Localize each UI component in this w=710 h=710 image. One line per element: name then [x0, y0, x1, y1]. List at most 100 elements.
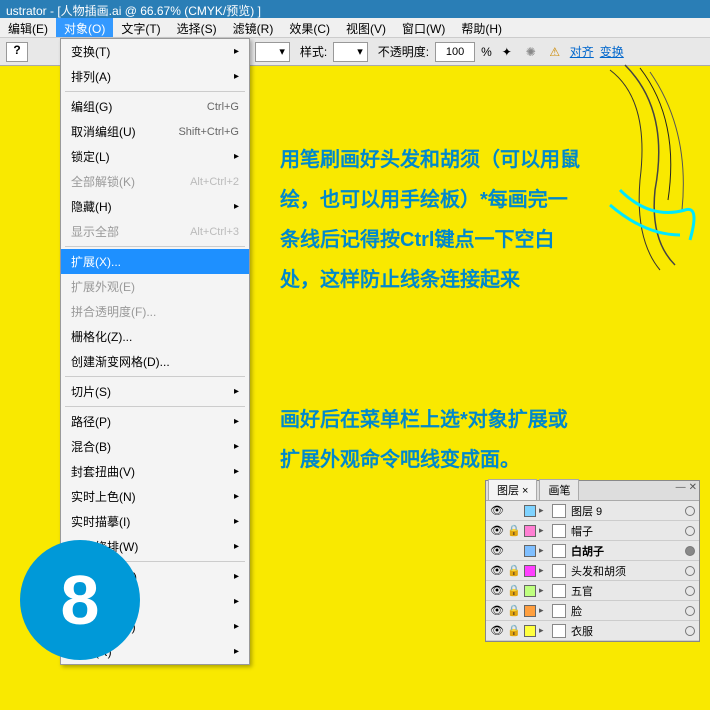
tab-layers[interactable]: 图层 × — [488, 479, 537, 500]
disclosure-icon[interactable]: ▸ — [539, 505, 549, 516]
burst-icon[interactable]: ✺ — [522, 43, 540, 61]
layer-name: 图层 9 — [569, 503, 682, 519]
menu-5[interactable]: 效果(C) — [281, 18, 338, 37]
target-icon[interactable] — [685, 566, 695, 576]
transform-link[interactable]: 变换 — [600, 43, 624, 60]
lock-icon[interactable]: 🔒 — [507, 584, 521, 597]
menu-item-21[interactable]: 实时上色(N) — [61, 484, 249, 509]
close-icon[interactable]: ✕ — [689, 482, 697, 493]
visibility-icon[interactable]: 👁 — [490, 564, 504, 577]
menu-item-1[interactable]: 排列(A) — [61, 64, 249, 89]
menu-0[interactable]: 编辑(E) — [0, 18, 56, 37]
menu-6[interactable]: 视图(V) — [338, 18, 394, 37]
lock-icon[interactable]: 🔒 — [507, 604, 521, 617]
layer-name: 帽子 — [569, 523, 682, 539]
brush-combo[interactable]: ▾ — [255, 42, 290, 62]
menu-item-12: 拼合透明度(F)... — [61, 299, 249, 324]
layer-row[interactable]: 👁🔒 ▸ 头发和胡须 — [486, 561, 699, 581]
opacity-value[interactable]: 100 — [435, 42, 475, 62]
visibility-icon[interactable]: 👁 — [490, 504, 504, 517]
color-swatch — [524, 505, 536, 517]
menu-item-7[interactable]: 隐藏(H) — [61, 194, 249, 219]
layer-thumb — [552, 504, 566, 518]
layer-name: 头发和胡须 — [569, 563, 682, 579]
visibility-icon[interactable]: 👁 — [490, 604, 504, 617]
layer-row[interactable]: 👁🔒 ▸ 衣服 — [486, 621, 699, 641]
color-swatch — [524, 625, 536, 637]
help-icon[interactable]: ? — [6, 42, 28, 62]
target-icon[interactable] — [685, 626, 695, 636]
color-swatch — [524, 605, 536, 617]
instruction-text-1: 用笔刷画好头发和胡须（可以用鼠绘，也可以用手绘板）*每画完一条线后记得按Ctrl… — [280, 140, 580, 300]
disclosure-icon[interactable]: ▸ — [539, 625, 549, 636]
minimize-icon[interactable]: — — [676, 482, 686, 493]
layer-name: 衣服 — [569, 623, 682, 639]
disclosure-icon[interactable]: ▸ — [539, 585, 549, 596]
warning-icon[interactable]: ⚠ — [546, 43, 564, 61]
layer-row[interactable]: 👁 ▸ 白胡子 — [486, 541, 699, 561]
layer-name: 白胡子 — [569, 543, 682, 559]
style-label: 样式: — [300, 43, 327, 60]
menu-item-20[interactable]: 封套扭曲(V) — [61, 459, 249, 484]
disclosure-icon[interactable]: ▸ — [539, 545, 549, 556]
lock-icon[interactable]: 🔒 — [507, 524, 521, 537]
visibility-icon[interactable]: 👁 — [490, 544, 504, 557]
panel-tabs: 图层 × 画笔 — ✕ — [486, 481, 699, 501]
menu-item-14[interactable]: 创建渐变网格(D)... — [61, 349, 249, 374]
target-icon[interactable] — [685, 586, 695, 596]
target-icon[interactable] — [685, 606, 695, 616]
layer-row[interactable]: 👁🔒▸脸 — [486, 601, 699, 621]
layer-row[interactable]: 👁 ▸ 图层 9 — [486, 501, 699, 521]
menu-item-8: 显示全部Alt+Ctrl+3 — [61, 219, 249, 244]
menu-item-4[interactable]: 取消编组(U)Shift+Ctrl+G — [61, 119, 249, 144]
menu-item-0[interactable]: 变换(T) — [61, 39, 249, 64]
menu-item-11: 扩展外观(E) — [61, 274, 249, 299]
tab-brushes[interactable]: 画笔 — [539, 479, 579, 500]
hair-illustration — [590, 60, 710, 280]
menu-7[interactable]: 窗口(W) — [394, 18, 453, 37]
menu-item-19[interactable]: 混合(B) — [61, 434, 249, 459]
menu-item-10[interactable]: 扩展(X)... — [61, 249, 249, 274]
menu-item-22[interactable]: 实时描摹(I) — [61, 509, 249, 534]
lock-icon[interactable]: 🔒 — [507, 564, 521, 577]
color-swatch — [524, 565, 536, 577]
menu-item-5[interactable]: 锁定(L) — [61, 144, 249, 169]
target-icon[interactable] — [685, 506, 695, 516]
menu-item-3[interactable]: 编组(G)Ctrl+G — [61, 94, 249, 119]
menu-2[interactable]: 文字(T) — [113, 18, 168, 37]
lock-icon[interactable]: 🔒 — [507, 624, 521, 637]
separator — [65, 91, 245, 92]
layer-thumb — [552, 544, 566, 558]
menu-1[interactable]: 对象(O) — [56, 18, 113, 37]
visibility-icon[interactable]: 👁 — [490, 624, 504, 637]
layer-row[interactable]: 👁🔒▸五官 — [486, 581, 699, 601]
visibility-icon[interactable]: 👁 — [490, 584, 504, 597]
layer-row[interactable]: 👁🔒 ▸ 帽子 — [486, 521, 699, 541]
layer-thumb — [552, 584, 566, 598]
menu-8[interactable]: 帮助(H) — [453, 18, 510, 37]
chevron-down-icon: ▾ — [357, 45, 363, 58]
layer-thumb — [552, 524, 566, 538]
menu-item-16[interactable]: 切片(S) — [61, 379, 249, 404]
target-icon[interactable] — [685, 546, 695, 556]
color-swatch — [524, 545, 536, 557]
layer-thumb — [552, 604, 566, 618]
color-swatch — [524, 525, 536, 537]
color-swatch — [524, 585, 536, 597]
menu-item-13[interactable]: 栅格化(Z)... — [61, 324, 249, 349]
menu-4[interactable]: 滤镜(R) — [225, 18, 282, 37]
menu-item-18[interactable]: 路径(P) — [61, 409, 249, 434]
disclosure-icon[interactable]: ▸ — [539, 605, 549, 616]
disclosure-icon[interactable]: ▸ — [539, 525, 549, 536]
style-combo[interactable]: ▾ — [333, 42, 368, 62]
menu-3[interactable]: 选择(S) — [169, 18, 225, 37]
target-icon[interactable] — [685, 526, 695, 536]
sparkle-icon[interactable]: ✦ — [498, 43, 516, 61]
opacity-pct: % — [481, 45, 492, 59]
title-bar: ustrator - [人物插画.ai @ 66.67% (CMYK/预览) ] — [0, 0, 710, 18]
align-link[interactable]: 对齐 — [570, 43, 594, 60]
separator — [65, 246, 245, 247]
separator — [65, 406, 245, 407]
disclosure-icon[interactable]: ▸ — [539, 565, 549, 576]
visibility-icon[interactable]: 👁 — [490, 524, 504, 537]
